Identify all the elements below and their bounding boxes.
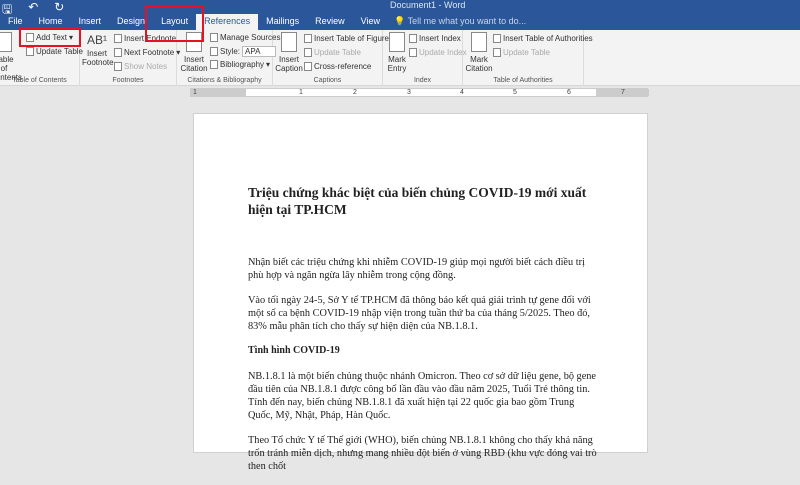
show-notes-icon xyxy=(114,62,122,71)
insert-table-of-figures-button[interactable]: Insert Table of Figures xyxy=(304,34,393,43)
mark-citation-icon xyxy=(471,32,487,52)
group-index: Mark Entry Insert Index Update Index Ind… xyxy=(383,30,467,86)
next-footnote-icon xyxy=(114,48,122,57)
tab-references[interactable]: References xyxy=(196,14,259,30)
update-table-figures-button[interactable]: Update Table xyxy=(304,48,361,57)
tab-view[interactable]: View xyxy=(353,14,388,30)
insert-table-of-authorities-button[interactable]: Insert Table of Authorities xyxy=(493,34,593,43)
tab-mailings[interactable]: Mailings xyxy=(258,14,307,30)
endnote-icon xyxy=(114,34,122,43)
highlight-add-text xyxy=(19,27,81,47)
bibliography-icon xyxy=(210,60,218,69)
insert-footnote-button[interactable]: AB¹ Insert Footnote xyxy=(82,33,114,67)
style-select[interactable]: Style: APA xyxy=(210,46,277,57)
toa-icon xyxy=(493,34,501,43)
mark-entry-button[interactable]: Mark Entry xyxy=(385,32,409,73)
mark-entry-icon xyxy=(389,32,405,52)
document-page[interactable]: Triệu chứng khác biệt của biến chủng COV… xyxy=(193,113,648,472)
ruler-margin-left xyxy=(191,89,246,96)
show-notes-button[interactable]: Show Notes xyxy=(114,62,167,71)
horizontal-ruler[interactable]: 1 1 2 3 4 5 6 7 xyxy=(190,88,649,97)
update-index-icon xyxy=(409,48,417,57)
footnote-icon: AB¹ xyxy=(86,33,107,47)
update-table-button[interactable]: Update Table xyxy=(26,47,83,56)
cross-reference-icon xyxy=(304,62,312,71)
update-table-icon xyxy=(304,48,312,57)
mark-citation-button[interactable]: Mark Citation xyxy=(465,32,493,73)
paragraph: Theo Tổ chức Y tế Thế giới (WHO), biến c… xyxy=(248,435,597,472)
lightbulb-icon: 💡 xyxy=(394,16,406,26)
style-icon xyxy=(210,47,218,56)
paragraph: Vào tối ngày 24-5, Sở Y tế TP.HCM đã thô… xyxy=(248,295,591,332)
tell-me-search[interactable]: 💡 Tell me what you want to do... xyxy=(388,14,532,30)
insert-index-button[interactable]: Insert Index xyxy=(409,34,461,43)
group-captions: Insert Caption Insert Table of Figures U… xyxy=(273,30,393,86)
next-footnote-button[interactable]: Next Footnote ▾ xyxy=(114,48,180,57)
paragraph: NB.1.8.1 là một biến chủng thuộc nhánh O… xyxy=(248,371,596,421)
title-bar: 🖫 ↶ ↻ Document1 - Word File Home Insert … xyxy=(0,0,800,30)
insert-caption-button[interactable]: Insert Caption xyxy=(275,32,303,73)
document-title: Triệu chứng khác biệt của biến chủng COV… xyxy=(248,185,587,217)
group-table-of-authorities: Mark Citation Insert Table of Authoritie… xyxy=(463,30,593,86)
update-table-icon xyxy=(26,47,34,56)
update-index-button[interactable]: Update Index xyxy=(409,48,467,57)
tab-review[interactable]: Review xyxy=(307,14,353,30)
paragraph: Nhận biết các triệu chứng khi nhiễm COVI… xyxy=(248,257,585,281)
caption-icon xyxy=(281,32,297,52)
section-heading: Tình hình COVID-19 xyxy=(248,345,340,356)
manage-sources-icon xyxy=(210,33,218,42)
window-title: Document1 - Word xyxy=(390,0,466,10)
update-table-icon xyxy=(493,48,501,57)
toc-icon xyxy=(0,32,12,52)
update-table-authorities-button[interactable]: Update Table xyxy=(493,48,550,57)
table-of-contents-button[interactable]: Table of Contents xyxy=(0,32,22,82)
table-of-figures-icon xyxy=(304,34,312,43)
insert-index-icon xyxy=(409,34,417,43)
cross-reference-button[interactable]: Cross-reference xyxy=(304,62,371,71)
manage-sources-button[interactable]: Manage Sources xyxy=(210,33,280,42)
bibliography-button[interactable]: Bibliography ▾ xyxy=(210,60,270,69)
document-body: Triệu chứng khác biệt của biến chủng COV… xyxy=(248,184,598,485)
ribbon: Table of Contents Add Text▾ Update Table… xyxy=(0,30,800,86)
highlight-references-tab xyxy=(145,6,204,42)
